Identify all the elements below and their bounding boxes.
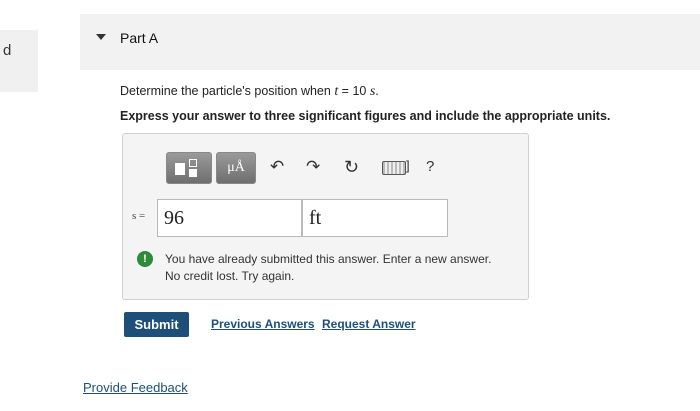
submit-button[interactable]: Submit — [124, 312, 189, 337]
template-box-icon — [189, 159, 197, 167]
sidebar-stub-text: d — [3, 42, 12, 59]
provide-feedback-link[interactable]: Provide Feedback — [83, 380, 188, 395]
units-button[interactable]: μÅ — [216, 152, 256, 184]
redo-icon[interactable]: ↷ — [306, 156, 320, 178]
template-block-icon — [175, 163, 185, 175]
request-answer-link[interactable]: Request Answer — [322, 317, 416, 331]
alert-message-secondary: No credit lost. Try again. — [165, 269, 295, 283]
exclamation-icon: ! — [137, 251, 153, 267]
part-header[interactable]: Part A — [80, 14, 700, 70]
sidebar-stub: d — [0, 30, 38, 92]
alert-message: You have already submitted this answer. … — [165, 252, 492, 266]
help-icon[interactable]: ? — [426, 156, 434, 178]
part-title: Part A — [120, 30, 159, 46]
instruction-text: Express your answer to three significant… — [120, 109, 611, 123]
previous-answers-link[interactable]: Previous Answers — [211, 317, 315, 331]
keyboard-icon[interactable] — [382, 161, 406, 175]
undo-icon[interactable]: ↶ — [270, 156, 284, 178]
answer-variable-label: s = — [132, 210, 146, 222]
question-prefix: Determine the particle's position when — [120, 84, 335, 98]
reset-icon[interactable]: ↻ — [344, 156, 359, 178]
caret-down-icon[interactable] — [96, 34, 106, 40]
value-input[interactable]: 96 — [157, 199, 302, 237]
keyboard-bracket: ] — [406, 158, 410, 173]
question-text: Determine the particle's position when t… — [120, 84, 379, 100]
unit-input[interactable]: ft — [302, 199, 448, 237]
question-suffix: . — [375, 84, 379, 98]
question-middle: = 10 — [338, 84, 370, 98]
templates-button[interactable] — [166, 152, 212, 184]
template-square-icon — [189, 169, 197, 177]
